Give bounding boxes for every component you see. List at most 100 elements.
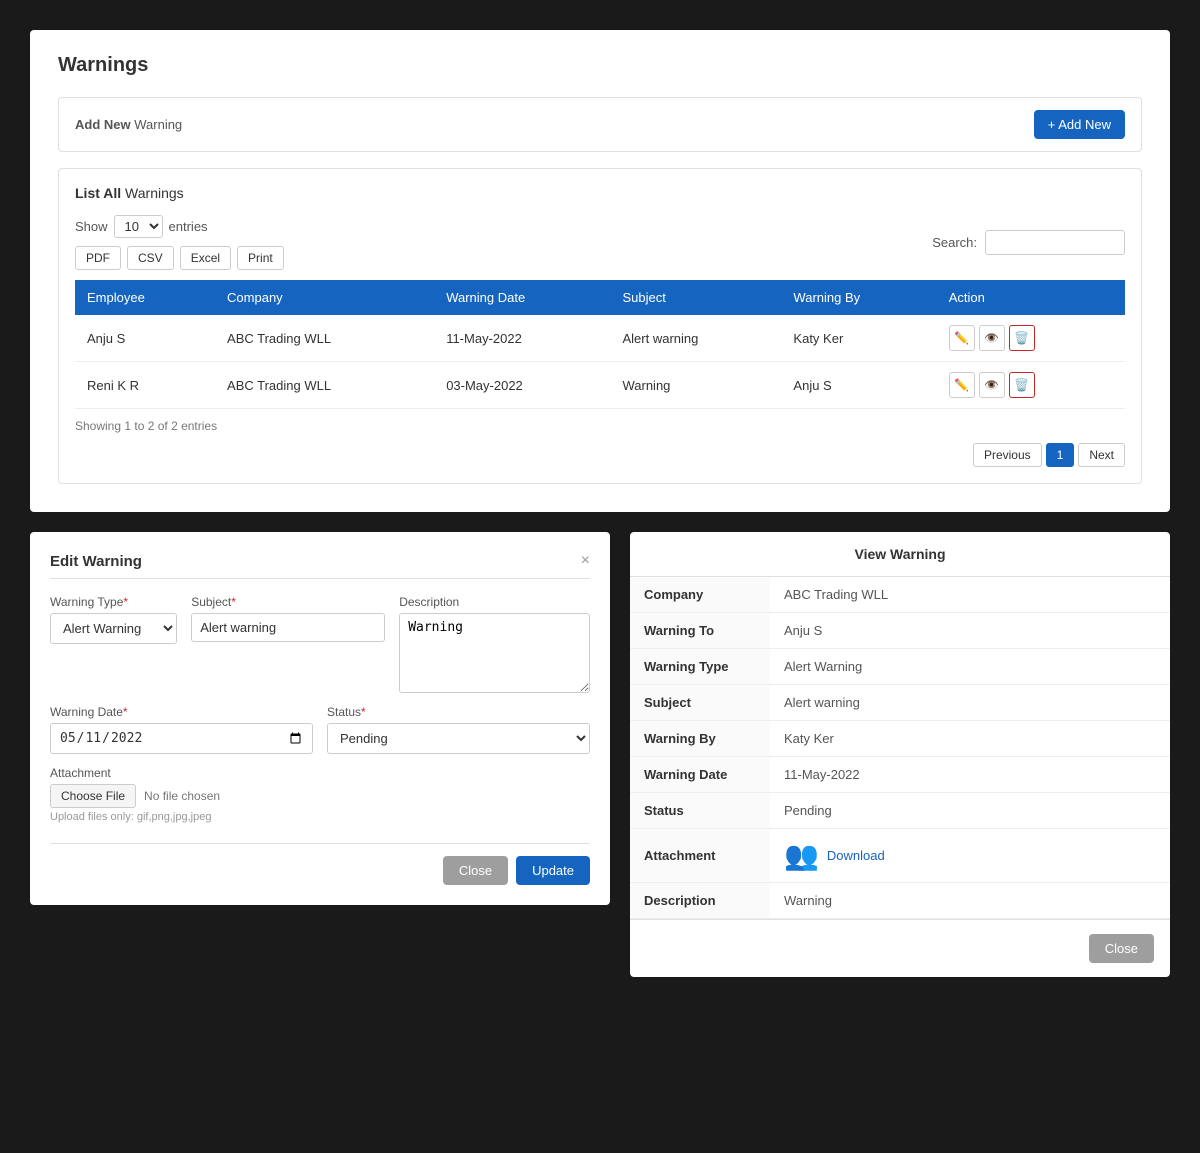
download-link[interactable]: Download (827, 848, 885, 863)
view-button[interactable]: 👁️ (979, 325, 1005, 351)
prev-page-button[interactable]: Previous (973, 443, 1042, 467)
warning-date-group: Warning Date* (50, 705, 313, 754)
page-1-button[interactable]: 1 (1046, 443, 1075, 467)
showing-text: Showing 1 to 2 of 2 entries (75, 419, 1125, 433)
view-label: Warning Type (630, 649, 770, 685)
add-new-button[interactable]: + Add New (1034, 110, 1125, 139)
bottom-row: Edit Warning × Warning Type* Alert Warni… (30, 532, 1170, 977)
next-page-button[interactable]: Next (1078, 443, 1125, 467)
upload-hint: Upload files only: gif,png,jpg,jpeg (50, 811, 590, 823)
view-table-row: Warning Date 11-May-2022 (630, 757, 1170, 793)
people-icon: 👥 (784, 839, 819, 872)
view-label: Subject (630, 685, 770, 721)
description-textarea[interactable]: Warning (399, 613, 590, 693)
show-entries-row: Show 10 25 50 entries (75, 215, 284, 238)
col-employee: Employee (75, 280, 215, 315)
view-value-attachment: 👥 Download (770, 829, 1170, 883)
attachment-label: Attachment (50, 766, 590, 780)
view-value: Alert warning (770, 685, 1170, 721)
table-header-row: Employee Company Warning Date Subject Wa… (75, 280, 1125, 315)
col-action: Action (937, 280, 1125, 315)
view-table: Company ABC Trading WLL Warning To Anju … (630, 577, 1170, 919)
warning-type-group: Warning Type* Alert Warning Warning (50, 595, 177, 693)
pdf-button[interactable]: PDF (75, 246, 121, 270)
cell-company: ABC Trading WLL (215, 362, 434, 409)
view-button[interactable]: 👁️ (979, 372, 1005, 398)
pagination: Previous 1 Next (75, 443, 1125, 467)
col-subject: Subject (610, 280, 781, 315)
view-table-row: Description Warning (630, 883, 1170, 919)
view-table-row: Subject Alert warning (630, 685, 1170, 721)
view-table-row: Attachment 👥 Download (630, 829, 1170, 883)
export-buttons: PDF CSV Excel Print (75, 246, 284, 270)
view-label: Warning Date (630, 757, 770, 793)
col-warning-by: Warning By (781, 280, 936, 315)
cell-employee: Reni K R (75, 362, 215, 409)
file-row: Choose File No file chosen (50, 784, 590, 808)
cell-warning-by: Anju S (781, 362, 936, 409)
delete-button[interactable]: 🗑️ (1009, 372, 1035, 398)
form-row-1: Warning Type* Alert Warning Warning Subj… (50, 595, 590, 693)
delete-button[interactable]: 🗑️ (1009, 325, 1035, 351)
cell-warning-by: Katy Ker (781, 315, 936, 362)
status-label: Status* (327, 705, 590, 719)
choose-file-button[interactable]: Choose File (50, 784, 136, 808)
modal-close-x-button[interactable]: × (581, 552, 590, 570)
search-bar: Search: (932, 230, 1125, 255)
cell-subject: Warning (610, 362, 781, 409)
warning-type-select[interactable]: Alert Warning Warning (50, 613, 177, 644)
form-row-2: Warning Date* Status* Pending Approved (50, 705, 590, 754)
list-all-title: List All Warnings (75, 185, 1125, 201)
view-value: 11-May-2022 (770, 757, 1170, 793)
attachment-section: Attachment Choose File No file chosen Up… (50, 766, 590, 823)
view-close-button[interactable]: Close (1089, 934, 1154, 963)
add-new-bar: Add New Warning + Add New (58, 97, 1142, 152)
edit-button[interactable]: ✏️ (949, 372, 975, 398)
col-warning-date: Warning Date (434, 280, 610, 315)
view-label: Company (630, 577, 770, 613)
subject-group: Subject* (191, 595, 385, 693)
csv-button[interactable]: CSV (127, 246, 174, 270)
warning-date-input[interactable] (50, 723, 313, 754)
description-group: Description Warning (399, 595, 590, 693)
view-table-row: Status Pending (630, 793, 1170, 829)
print-button[interactable]: Print (237, 246, 284, 270)
edit-button[interactable]: ✏️ (949, 325, 975, 351)
excel-button[interactable]: Excel (180, 246, 231, 270)
view-value: Warning (770, 883, 1170, 919)
warning-type-label: Warning Type* (50, 595, 177, 609)
warning-date-label: Warning Date* (50, 705, 313, 719)
view-panel-title: View Warning (630, 532, 1170, 577)
subject-label: Subject* (191, 595, 385, 609)
view-label: Status (630, 793, 770, 829)
modal-footer: Close Update (50, 843, 590, 885)
add-new-bar-text: Add New Warning (75, 117, 182, 132)
edit-close-button[interactable]: Close (443, 856, 508, 885)
warnings-table: Employee Company Warning Date Subject Wa… (75, 280, 1125, 409)
subject-input[interactable] (191, 613, 385, 642)
view-table-row: Warning Type Alert Warning (630, 649, 1170, 685)
cell-warning-date: 03-May-2022 (434, 362, 610, 409)
cell-subject: Alert warning (610, 315, 781, 362)
view-warning-panel: View Warning Company ABC Trading WLL War… (630, 532, 1170, 977)
warnings-main-panel: Warnings Add New Warning + Add New List … (30, 30, 1170, 512)
cell-action: ✏️ 👁️ 🗑️ (937, 315, 1125, 362)
cell-warning-date: 11-May-2022 (434, 315, 610, 362)
list-all-section: List All Warnings Show 10 25 50 entries … (58, 168, 1142, 484)
table-row: Reni K R ABC Trading WLL 03-May-2022 War… (75, 362, 1125, 409)
status-select[interactable]: Pending Approved (327, 723, 590, 754)
view-value: Anju S (770, 613, 1170, 649)
view-table-row: Warning To Anju S (630, 613, 1170, 649)
view-label: Warning By (630, 721, 770, 757)
view-label: Description (630, 883, 770, 919)
entries-select[interactable]: 10 25 50 (114, 215, 163, 238)
update-button[interactable]: Update (516, 856, 590, 885)
col-company: Company (215, 280, 434, 315)
view-table-row: Company ABC Trading WLL (630, 577, 1170, 613)
table-row: Anju S ABC Trading WLL 11-May-2022 Alert… (75, 315, 1125, 362)
cell-employee: Anju S (75, 315, 215, 362)
view-value: ABC Trading WLL (770, 577, 1170, 613)
edit-warning-modal: Edit Warning × Warning Type* Alert Warni… (30, 532, 610, 905)
search-input[interactable] (985, 230, 1125, 255)
no-file-text: No file chosen (144, 789, 220, 803)
